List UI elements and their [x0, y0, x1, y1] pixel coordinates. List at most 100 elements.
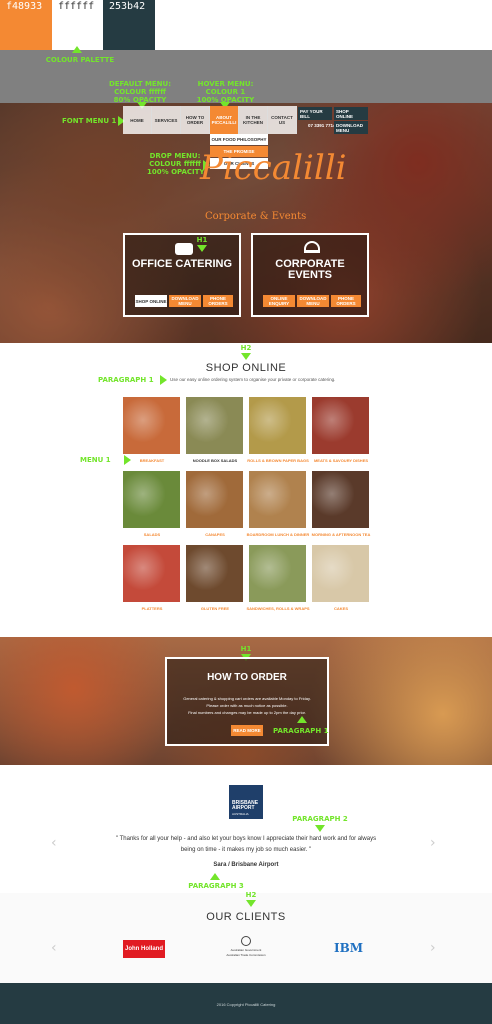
shop-category-label[interactable]: BREAKFAST	[117, 458, 187, 463]
shop-category-label[interactable]: PLATTERS	[117, 606, 187, 611]
arrow-up-icon	[297, 716, 307, 723]
palette-swatch-white: ffffff	[52, 0, 103, 50]
crest-icon	[241, 936, 251, 946]
menu-item-how-to-order[interactable]: HOW TO ORDER	[181, 106, 210, 134]
testimonial-quote: " Thanks for all your help - and also le…	[115, 836, 377, 853]
menu-item-contact[interactable]: CONTACT US	[268, 106, 297, 134]
h2-annotation: H2	[240, 344, 252, 352]
testimonial-author: Sara / Brisbane Airport	[213, 862, 279, 868]
paragraph1-annotation: PARAGRAPH 1	[98, 376, 154, 384]
arrow-up-icon	[210, 873, 220, 880]
shop-category-tile[interactable]	[123, 397, 180, 454]
paragraph2-annotation: PARAGRAPH 2	[292, 815, 348, 823]
corporate-events-box: CORPORATE EVENTS ONLINE ENQUIRY DOWNLOAD…	[251, 233, 369, 317]
shop-category-tile[interactable]	[123, 545, 180, 602]
shop-online-title: SHOP ONLINE	[205, 362, 287, 374]
order-line-1: General catering & shopping cart orders …	[183, 696, 311, 701]
shop-category-tile[interactable]	[249, 471, 306, 528]
arrow-up-icon	[72, 46, 82, 53]
read-more-button[interactable]: READ MORE	[231, 725, 263, 736]
logo-subtitle: Corporate & Events	[205, 211, 307, 222]
office-shop-online-button[interactable]: SHOP ONLINE	[135, 295, 167, 307]
palette-annotation: COLOUR PALETTE	[45, 56, 115, 64]
shop-category-label[interactable]: SALADS	[117, 532, 187, 537]
default-menu-annotation: DEFAULT MENU: COLOUR ffffff 80% OPACITY	[108, 80, 172, 104]
shop-category-tile[interactable]	[123, 471, 180, 528]
events-online-enquiry-button[interactable]: ONLINE ENQUIRY	[263, 295, 295, 307]
office-phone-orders-button[interactable]: PHONE ORDERS	[203, 295, 233, 307]
office-catering-title: OFFICE CATERING	[131, 258, 232, 270]
next-arrow-icon[interactable]: ›	[430, 940, 436, 956]
how-to-order-title: HOW TO ORDER	[207, 672, 287, 683]
shop-category-label[interactable]: SANDWICHES, ROLLS & WRAPS	[243, 606, 313, 611]
shop-category-label[interactable]: MEATS & SAVOURY DISHES	[306, 458, 376, 463]
paragraph3-annotation: PARAGRAPH 3	[188, 882, 244, 890]
shop-category-tile[interactable]	[312, 545, 369, 602]
arrow-down-icon	[197, 245, 207, 252]
shop-category-tile[interactable]	[249, 397, 306, 454]
shop-category-tile[interactable]	[186, 397, 243, 454]
events-phone-orders-button[interactable]: PHONE ORDERS	[331, 295, 361, 307]
menu-item-about[interactable]: ABOUT PICCALILLI	[210, 106, 239, 134]
office-catering-box: OFFICE CATERING SHOP ONLINE DOWNLOAD MEN…	[123, 233, 241, 317]
shop-category-label[interactable]: NOODLE BOX SALADS	[180, 458, 250, 463]
menu-item-home[interactable]: HOME	[123, 106, 152, 134]
swatch-label: ffffff	[58, 1, 95, 12]
h2-annotation: H2	[245, 891, 257, 899]
dropdown-item-philosophy[interactable]: OUR FOOD PHILOSOPHY	[210, 134, 268, 145]
paragraph1-annotation: PARAGRAPH 1	[273, 727, 329, 735]
menu-item-kitchen[interactable]: IN THE KITCHEN	[239, 106, 268, 134]
shop-category-label[interactable]: CANAPES	[180, 532, 250, 537]
logo-script: Piccalilli	[200, 148, 347, 188]
menu-item-services[interactable]: SERVICES	[152, 106, 181, 134]
john-holland-logo: John Holland	[123, 940, 165, 958]
shop-category-label[interactable]: ROLLS & BROWN PAPER BAGS	[243, 458, 313, 463]
shop-online-label: SHOP ONLINE	[336, 109, 354, 119]
h1-annotation: H1	[240, 645, 252, 653]
order-line-2: Please order with as much notice as poss…	[206, 703, 288, 708]
shop-category-tile[interactable]	[312, 471, 369, 528]
shop-category-tile[interactable]	[186, 545, 243, 602]
office-download-menu-button[interactable]: DOWNLOAD MENU	[169, 295, 201, 307]
footer-copyright: 2016 Copyright Piccalilli Catering	[216, 1002, 276, 1007]
shop-category-label[interactable]: CAKES	[306, 606, 376, 611]
arrow-down-icon	[246, 900, 256, 907]
swatch-label: f48933	[6, 1, 43, 12]
main-menu: HOME SERVICES HOW TO ORDER ABOUT PICCALI…	[123, 106, 297, 134]
ibm-logo: IBM	[334, 941, 364, 955]
shop-category-label[interactable]: BOARDROOM LUNCH & DINNER	[243, 532, 313, 537]
shop-category-tile[interactable]	[249, 545, 306, 602]
logo-text: AUSTRALIA	[232, 812, 249, 816]
our-clients-title: OUR CLIENTS	[206, 911, 286, 923]
australian-government-logo: Australian Government Australian Trade C…	[226, 936, 266, 962]
drop-menu-annotation: DROP MENU: COLOUR ffffff 100% OPACITY	[147, 152, 205, 176]
brisbane-airport-logo: BRISBANE AIRPORT AUSTRALIA	[229, 785, 263, 819]
download-menu-label: DOWNLOAD MENU	[336, 123, 363, 133]
previous-arrow-icon[interactable]: ‹	[51, 940, 57, 956]
pay-bill-label: PAY YOUR BILL	[300, 109, 323, 119]
palette-swatch-orange: f48933	[0, 0, 52, 50]
arrow-down-icon	[315, 825, 325, 832]
cloche-icon	[304, 241, 320, 253]
swatch-label: 253b42	[109, 1, 146, 12]
shop-category-tile[interactable]	[186, 471, 243, 528]
arrow-right-icon	[160, 375, 167, 385]
order-line-3: Final numbers and changes may be made up…	[188, 710, 306, 715]
next-arrow-icon[interactable]: ›	[430, 835, 436, 851]
hover-menu-annotation: HOVER MENU: COLOUR 1 100% OPACITY	[196, 80, 255, 104]
logo-text: AIRPORT	[232, 805, 255, 811]
shop-intro-text: Use our easy online ordering system to o…	[170, 377, 336, 382]
shop-category-label[interactable]: GLUTEN FREE	[180, 606, 250, 611]
events-download-menu-button[interactable]: DOWNLOAD MENU	[297, 295, 329, 307]
corporate-events-title: CORPORATE EVENTS	[275, 258, 345, 281]
logo-text: Australian Trade Commission	[226, 953, 266, 957]
shop-category-tile[interactable]	[312, 397, 369, 454]
logo-text: Australian Government	[230, 948, 262, 952]
menu1-annotation: MENU 1	[80, 456, 111, 464]
palette-swatch-dark: 253b42	[103, 0, 155, 50]
font-menu-annotation: FONT MENU 1	[62, 117, 117, 125]
arrow-down-icon	[241, 353, 251, 360]
previous-arrow-icon[interactable]: ‹	[51, 835, 57, 851]
shop-category-label[interactable]: MORNING & AFTERNOON TEA	[306, 532, 376, 537]
sushi-icon	[175, 243, 193, 255]
